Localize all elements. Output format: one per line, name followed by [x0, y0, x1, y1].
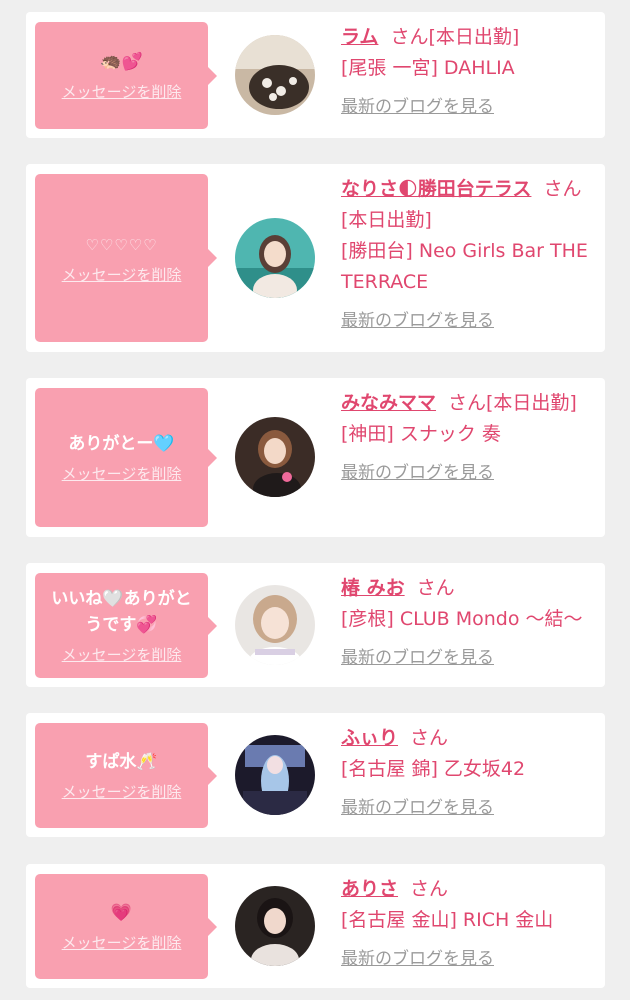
cast-name-link[interactable]: 椿 みお	[341, 577, 405, 599]
message-text: すぱ水🥂	[85, 752, 158, 772]
cast-name-link[interactable]: みなみママ	[341, 392, 436, 414]
cast-name-link[interactable]: ラム	[341, 26, 378, 48]
latest-blog-link[interactable]: 最新のブログを見る	[341, 793, 494, 824]
avatar[interactable]	[235, 735, 315, 815]
message-bubble: ♡♡♡♡♡ メッセージを削除	[35, 174, 217, 342]
cast-name-link[interactable]: ふぃり	[341, 727, 398, 749]
cast-info: 椿 みお さん [彦根] CLUB Mondo 〜結〜 最新のブログを見る	[341, 573, 597, 674]
delete-message-link[interactable]: メッセージを削除	[62, 264, 182, 285]
shop-name: [名古屋 金山] RICH 金山	[341, 909, 554, 931]
delete-message-link[interactable]: メッセージを削除	[62, 644, 182, 665]
avatar[interactable]	[235, 886, 315, 966]
message-card: いいね🤍ありがとうです💞 メッセージを削除 椿 みお さん [彦根] CLUB M…	[26, 563, 605, 687]
shop-name: [神田] スナック 奏	[341, 423, 501, 445]
message-list: 🦔💕 メッセージを削除 ラム さん[本日出勤] [尾張 一宮] DAHLIA 最新…	[0, 0, 630, 1000]
message-bubble: ありがとー🩵 メッセージを削除	[35, 388, 217, 527]
cast-info: みなみママ さん[本日出勤] [神田] スナック 奏 最新のブログを見る	[341, 388, 597, 489]
shop-name: [勝田台] Neo Girls Bar THE TERRACE	[341, 240, 588, 293]
shop-name: [名古屋 錦] 乙女坂42	[341, 758, 526, 780]
avatar[interactable]	[235, 218, 315, 298]
message-bubble: 🦔💕 メッセージを削除	[35, 22, 217, 129]
message-bubble: いいね🤍ありがとうです💞 メッセージを削除	[35, 573, 217, 678]
cast-info: ふぃり さん [名古屋 錦] 乙女坂42 最新のブログを見る	[341, 723, 597, 824]
latest-blog-link[interactable]: 最新のブログを見る	[341, 306, 494, 337]
message-text: いいね🤍ありがとうです💞	[51, 589, 192, 635]
cast-info: ラム さん[本日出勤] [尾張 一宮] DAHLIA 最新のブログを見る	[341, 22, 597, 123]
delete-message-link[interactable]: メッセージを削除	[62, 463, 182, 484]
cast-status: さん	[410, 878, 449, 900]
message-bubble: すぱ水🥂 メッセージを削除	[35, 723, 217, 828]
message-text: ありがとー🩵	[68, 434, 175, 454]
cast-info: なりさ🌓勝田台テラス さん[本日出勤] [勝田台] Neo Girls Bar T…	[341, 174, 597, 337]
cast-name-link[interactable]: なりさ🌓勝田台テラス	[341, 178, 531, 200]
latest-blog-link[interactable]: 最新のブログを見る	[341, 92, 494, 123]
message-card: すぱ水🥂 メッセージを削除 ふぃり さん [名古屋 錦] 乙女坂42 最新のブログ…	[26, 713, 605, 837]
cast-status: さん	[416, 577, 455, 599]
latest-blog-link[interactable]: 最新のブログを見る	[341, 944, 494, 975]
avatar[interactable]	[235, 585, 315, 665]
message-card: 🦔💕 メッセージを削除 ラム さん[本日出勤] [尾張 一宮] DAHLIA 最新…	[26, 12, 605, 138]
latest-blog-link[interactable]: 最新のブログを見る	[341, 643, 494, 674]
delete-message-link[interactable]: メッセージを削除	[62, 81, 182, 102]
delete-message-link[interactable]: メッセージを削除	[62, 932, 182, 953]
avatar[interactable]	[235, 35, 315, 115]
avatar[interactable]	[235, 417, 315, 497]
cast-status: さん	[410, 727, 449, 749]
message-bubble: 💗 メッセージを削除	[35, 874, 217, 979]
message-card: 💗 メッセージを削除 ありさ さん [名古屋 金山] RICH 金山 最新のブログ…	[26, 864, 605, 988]
cast-status: さん[本日出勤]	[390, 26, 520, 48]
shop-name: [彦根] CLUB Mondo 〜結〜	[341, 608, 583, 630]
shop-name: [尾張 一宮] DAHLIA	[341, 57, 515, 79]
message-text: ♡♡♡♡♡	[85, 235, 158, 254]
latest-blog-link[interactable]: 最新のブログを見る	[341, 458, 494, 489]
cast-info: ありさ さん [名古屋 金山] RICH 金山 最新のブログを見る	[341, 874, 597, 975]
message-card: ありがとー🩵 メッセージを削除 みなみママ さん[本日出勤] [神田] スナック …	[26, 378, 605, 537]
delete-message-link[interactable]: メッセージを削除	[62, 781, 182, 802]
message-text: 💗	[110, 903, 133, 923]
message-text: 🦔💕	[100, 52, 143, 72]
message-card: ♡♡♡♡♡ メッセージを削除 なりさ🌓勝田台テラス さん[本日出勤] [勝田台] …	[26, 164, 605, 352]
cast-status: さん[本日出勤]	[448, 392, 577, 414]
cast-name-link[interactable]: ありさ	[341, 878, 398, 900]
